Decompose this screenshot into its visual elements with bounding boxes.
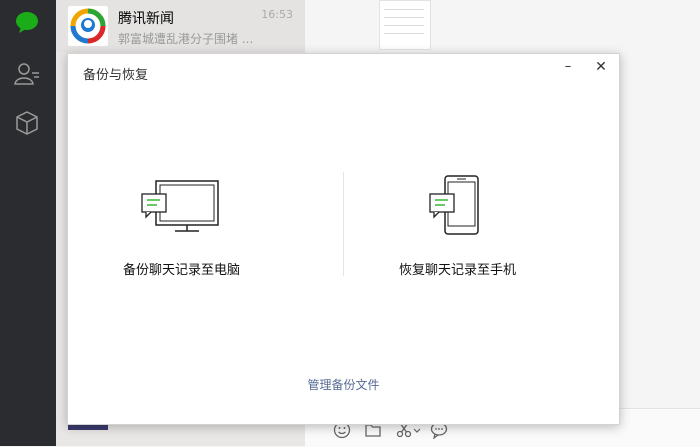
chat-bubble-icon[interactable] xyxy=(13,8,41,36)
phone-chat-icon xyxy=(429,175,479,235)
list-item[interactable]: 腾讯新闻 16:53 郭富城遭乱港分子围堵 ... xyxy=(56,0,305,52)
chat-name: 腾讯新闻 xyxy=(118,11,174,27)
contacts-icon[interactable] xyxy=(13,60,41,88)
backup-to-computer-label: 备份聊天记录至电脑 xyxy=(123,263,241,278)
sidebar xyxy=(0,0,56,446)
tencent-news-logo-icon xyxy=(70,8,106,44)
chat-time: 16:53 xyxy=(261,8,293,21)
close-button[interactable]: ✕ xyxy=(591,59,611,79)
restore-to-phone-option[interactable]: 恢复聊天记录至手机 xyxy=(393,174,533,284)
cube-icon[interactable] xyxy=(13,109,41,137)
restore-to-phone-label: 恢复聊天记录至手机 xyxy=(399,263,517,278)
backup-restore-dialog: 备份与恢复 – ✕ 备份聊天记录至电脑 恢复聊天记录至手机 管理备份文件 xyxy=(67,53,620,425)
minimize-button[interactable]: – xyxy=(558,59,578,79)
manage-backup-files-link[interactable]: 管理备份文件 xyxy=(68,376,619,393)
avatar xyxy=(68,6,108,46)
dialog-title: 备份与恢复 xyxy=(83,68,149,83)
chat-preview: 郭富城遭乱港分子围堵 ... xyxy=(118,32,254,46)
backup-to-computer-option[interactable]: 备份聊天记录至电脑 xyxy=(118,174,258,284)
divider xyxy=(343,172,344,276)
monitor-chat-icon xyxy=(141,180,219,232)
image-message[interactable] xyxy=(379,0,431,50)
